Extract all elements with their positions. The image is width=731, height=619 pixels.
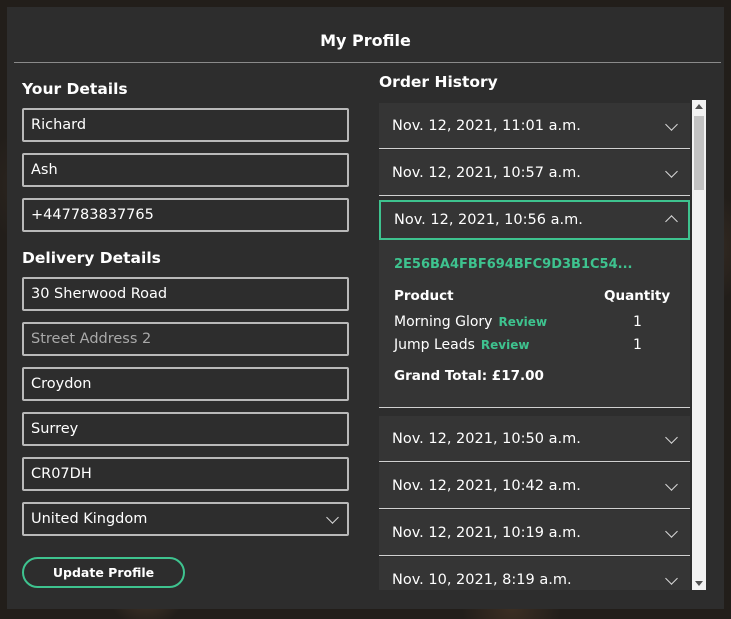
item-quantity: 1 (633, 314, 642, 330)
chevron-down-icon (326, 511, 339, 524)
order-item: Morning Glory Review (394, 314, 547, 330)
review-link[interactable]: Review (498, 315, 547, 329)
item-quantity: 1 (633, 337, 642, 353)
order-date: Nov. 12, 2021, 11:01 a.m. (392, 118, 581, 134)
chevron-down-icon (665, 572, 678, 585)
order-row-expanded: Nov. 12, 2021, 10:56 a.m. 2E56BA4FBF694B… (379, 200, 690, 408)
profile-card: My Profile Your Details Delivery Details… (7, 7, 724, 609)
order-row[interactable]: Nov. 10, 2021, 8:19 a.m. (379, 557, 690, 590)
order-row-expanded-header[interactable]: Nov. 12, 2021, 10:56 a.m. (379, 200, 690, 240)
product-column-header: Product (394, 288, 454, 304)
quantity-column-header: Quantity (604, 288, 671, 304)
scroll-down-arrow-icon[interactable] (695, 581, 703, 586)
scroll-up-arrow-icon[interactable] (695, 104, 703, 109)
your-details-heading: Your Details (22, 80, 128, 98)
chevron-down-icon (665, 525, 678, 538)
last-name-field[interactable] (22, 153, 349, 187)
country-select-value: United Kingdom (31, 511, 148, 527)
scrollbar-thumb[interactable] (694, 116, 704, 190)
order-date: Nov. 10, 2021, 8:19 a.m. (392, 572, 572, 588)
order-row[interactable]: Nov. 12, 2021, 10:42 a.m. (379, 463, 690, 509)
chevron-down-icon (665, 118, 678, 131)
update-profile-button[interactable]: Update Profile (22, 557, 185, 588)
grand-total: Grand Total: £17.00 (394, 368, 544, 384)
country-select[interactable]: United Kingdom (22, 502, 349, 536)
delivery-details-heading: Delivery Details (22, 249, 161, 267)
order-history-scrollbar[interactable] (692, 100, 706, 590)
order-date: Nov. 12, 2021, 10:56 a.m. (394, 212, 583, 228)
chevron-down-icon (665, 478, 678, 491)
product-name: Morning Glory (394, 314, 493, 330)
chevron-down-icon (665, 165, 678, 178)
order-date: Nov. 12, 2021, 10:50 a.m. (392, 431, 581, 447)
order-history-heading: Order History (379, 73, 498, 91)
order-history-list[interactable]: Nov. 12, 2021, 11:01 a.m. Nov. 12, 2021,… (379, 100, 690, 590)
order-row[interactable]: Nov. 12, 2021, 10:50 a.m. (379, 416, 690, 462)
postcode-field[interactable] (22, 457, 349, 491)
order-row[interactable]: Nov. 12, 2021, 11:01 a.m. (379, 103, 690, 149)
order-date: Nov. 12, 2021, 10:42 a.m. (392, 478, 581, 494)
page-title: My Profile (320, 31, 411, 50)
review-link[interactable]: Review (481, 338, 530, 352)
street-address-1-field[interactable] (22, 277, 349, 311)
order-date: Nov. 12, 2021, 10:57 a.m. (392, 165, 581, 181)
phone-field[interactable] (22, 198, 349, 232)
title-divider (14, 62, 721, 63)
order-number: 2E56BA4FBF694BFC9D3B1C54... (394, 257, 633, 272)
product-name: Jump Leads (394, 337, 475, 353)
order-row[interactable]: Nov. 12, 2021, 10:19 a.m. (379, 510, 690, 556)
chevron-down-icon (665, 431, 678, 444)
order-date: Nov. 12, 2021, 10:19 a.m. (392, 525, 581, 541)
county-field[interactable] (22, 412, 349, 446)
town-field[interactable] (22, 367, 349, 401)
order-row[interactable]: Nov. 12, 2021, 10:57 a.m. (379, 150, 690, 196)
first-name-field[interactable] (22, 108, 349, 142)
street-address-2-field[interactable] (22, 322, 349, 356)
chevron-up-icon (665, 215, 678, 228)
order-item: Jump Leads Review (394, 337, 529, 353)
